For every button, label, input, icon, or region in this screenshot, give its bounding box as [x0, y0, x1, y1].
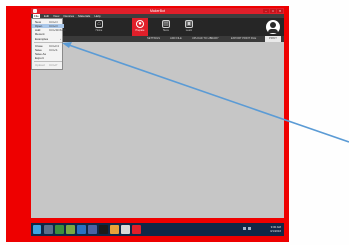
- minimize-icon[interactable]: –: [263, 9, 269, 13]
- tool-home-label: Home: [95, 29, 103, 32]
- makerbot-taskbar-icon[interactable]: [132, 225, 141, 234]
- taskbar-clock[interactable]: 9:00 AM 3/1/2016: [270, 225, 281, 233]
- onenote-icon[interactable]: [88, 225, 97, 234]
- tool-learn-label: Learn: [185, 29, 193, 32]
- tool-prepare-label: Prepare: [135, 29, 145, 32]
- paint-icon[interactable]: [110, 225, 119, 234]
- word-icon[interactable]: [77, 225, 86, 234]
- tool-home[interactable]: ⌂ Home: [91, 20, 107, 35]
- volume-icon[interactable]: [248, 227, 251, 230]
- makerbot-window: MakerBot – □ ✕ File Edit View Devices Ma…: [31, 8, 284, 218]
- screenshot-canvas: MakerBot – □ ✕ File Edit View Devices Ma…: [0, 0, 349, 245]
- menu-item-examples[interactable]: Examples ›: [32, 37, 64, 41]
- tool-prepare[interactable]: ● Prepare: [132, 18, 148, 36]
- menu-item-upload[interactable]: Upload Ctrl+P: [32, 63, 64, 67]
- tool-store[interactable]: ▤ Store: [158, 20, 174, 35]
- network-icon[interactable]: [243, 227, 246, 230]
- account-avatar[interactable]: [266, 20, 280, 34]
- learn-icon: ▣: [185, 20, 193, 28]
- menu-separator: [34, 42, 62, 43]
- prepare-icon: ●: [136, 20, 144, 28]
- close-icon[interactable]: ✕: [277, 9, 283, 13]
- clock-date: 3/1/2016: [270, 229, 281, 233]
- main-toolbar: ⌂ Home ● Prepare ▤ Store ▣ Learn: [31, 18, 284, 36]
- tool-learn[interactable]: ▣ Learn: [181, 20, 197, 35]
- home-icon: ⌂: [95, 20, 103, 28]
- build-plate-area[interactable]: [31, 42, 284, 218]
- maximize-icon[interactable]: □: [270, 9, 276, 13]
- terminal-icon[interactable]: [99, 225, 108, 234]
- menu-item-recent[interactable]: Recent: [32, 32, 64, 36]
- windows-taskbar: 9:00 AM 3/1/2016: [31, 223, 284, 236]
- file-menu-dropdown: New Ctrl+N Open Ctrl+O Add Ctrl+Shift+O …: [31, 18, 66, 70]
- blank-app-icon[interactable]: [121, 225, 130, 234]
- ie-icon[interactable]: [44, 225, 53, 234]
- start-button-icon[interactable]: [33, 225, 41, 234]
- submenu-arrow-icon: ›: [60, 37, 61, 41]
- excel-icon[interactable]: [66, 225, 75, 234]
- menu-separator: [34, 61, 62, 62]
- user-icon: [270, 22, 276, 28]
- menu-item-export[interactable]: Export: [32, 56, 64, 60]
- store-icon: ▤: [162, 20, 170, 28]
- file-explorer-icon[interactable]: [55, 225, 64, 234]
- tool-store-label: Store: [163, 29, 169, 32]
